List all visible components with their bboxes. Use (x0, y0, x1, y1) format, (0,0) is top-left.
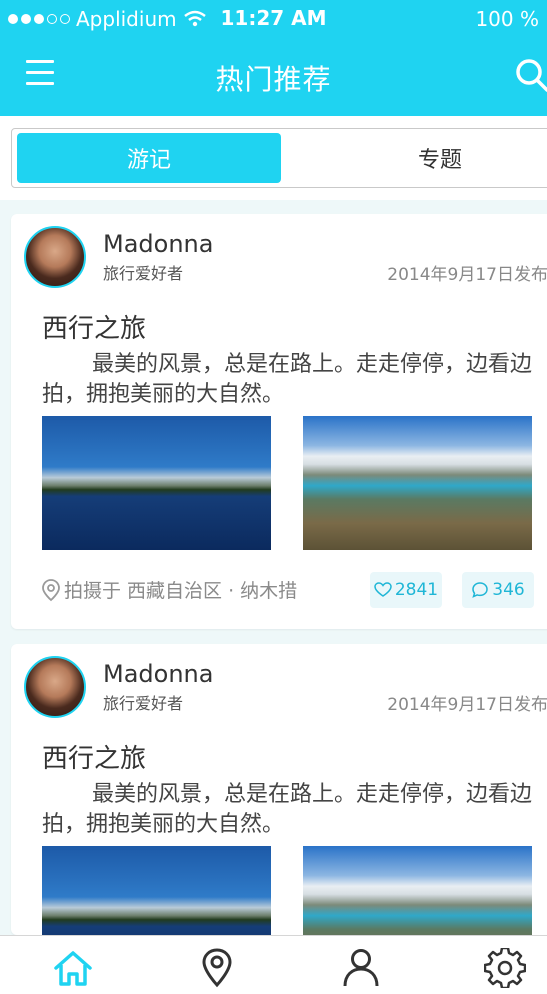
post-location: 拍摄于 西藏自治区 · 纳木措 (40, 576, 297, 603)
author-name[interactable]: Madonna (103, 230, 213, 258)
battery-level: 100 % (475, 7, 539, 31)
user-icon[interactable] (340, 948, 382, 988)
segment-bar: 游记 专题 (0, 116, 547, 200)
tab-topics[interactable]: 专题 (308, 133, 547, 183)
post-photo[interactable] (303, 846, 532, 935)
bottom-tab-bar (0, 935, 547, 994)
avatar[interactable] (24, 226, 86, 288)
comment-count: 346 (492, 580, 525, 600)
author-name[interactable]: Madonna (103, 660, 213, 688)
post-title[interactable]: 西行之旅 (42, 308, 146, 345)
like-button[interactable]: 2841 (370, 572, 442, 608)
heart-icon (374, 582, 392, 597)
page-title: 热门推荐 (215, 63, 332, 96)
post-body: 最美的风景，总是在路上。走走停停，边看边拍，拥抱美丽的大自然。 (42, 782, 533, 837)
segmented-control: 游记 专题 (11, 128, 547, 188)
author-role: 旅行爱好者 (103, 264, 184, 283)
post-title[interactable]: 西行之旅 (42, 738, 146, 775)
gear-icon[interactable] (484, 948, 526, 988)
top-bar: Applidium 11:27 AM 100 % 热门推荐 (0, 0, 547, 116)
status-bar: Applidium 11:27 AM 100 % (0, 0, 547, 38)
location-pin-icon (42, 578, 60, 601)
post-card[interactable]: Madonna 旅行爱好者 2014年9月17日发布 西行之旅 最美的风景，总是… (11, 214, 547, 629)
map-pin-icon[interactable] (196, 948, 238, 988)
like-count: 2841 (394, 580, 439, 600)
location-text: 拍摄于 西藏自治区 · 纳木措 (64, 580, 298, 602)
post-photo[interactable] (42, 416, 271, 550)
author-role: 旅行爱好者 (103, 694, 184, 713)
tab-travelogue[interactable]: 游记 (17, 133, 281, 183)
home-icon[interactable] (52, 948, 94, 988)
status-time: 11:27 AM (220, 6, 327, 30)
comment-button[interactable]: 346 (462, 572, 534, 608)
post-photo[interactable] (303, 416, 532, 550)
navigation-bar: 热门推荐 (0, 38, 547, 116)
post-date: 2014年9月17日发布 (387, 265, 547, 285)
post-date: 2014年9月17日发布 (387, 695, 547, 715)
comment-icon (472, 582, 489, 598)
avatar[interactable] (24, 656, 86, 718)
post-card[interactable]: Madonna 旅行爱好者 2014年9月17日发布 西行之旅 最美的风景，总是… (11, 644, 547, 935)
search-icon[interactable] (513, 56, 547, 96)
post-photo[interactable] (42, 846, 271, 935)
post-body: 最美的风景，总是在路上。走走停停，边看边拍，拥抱美丽的大自然。 (42, 352, 533, 407)
